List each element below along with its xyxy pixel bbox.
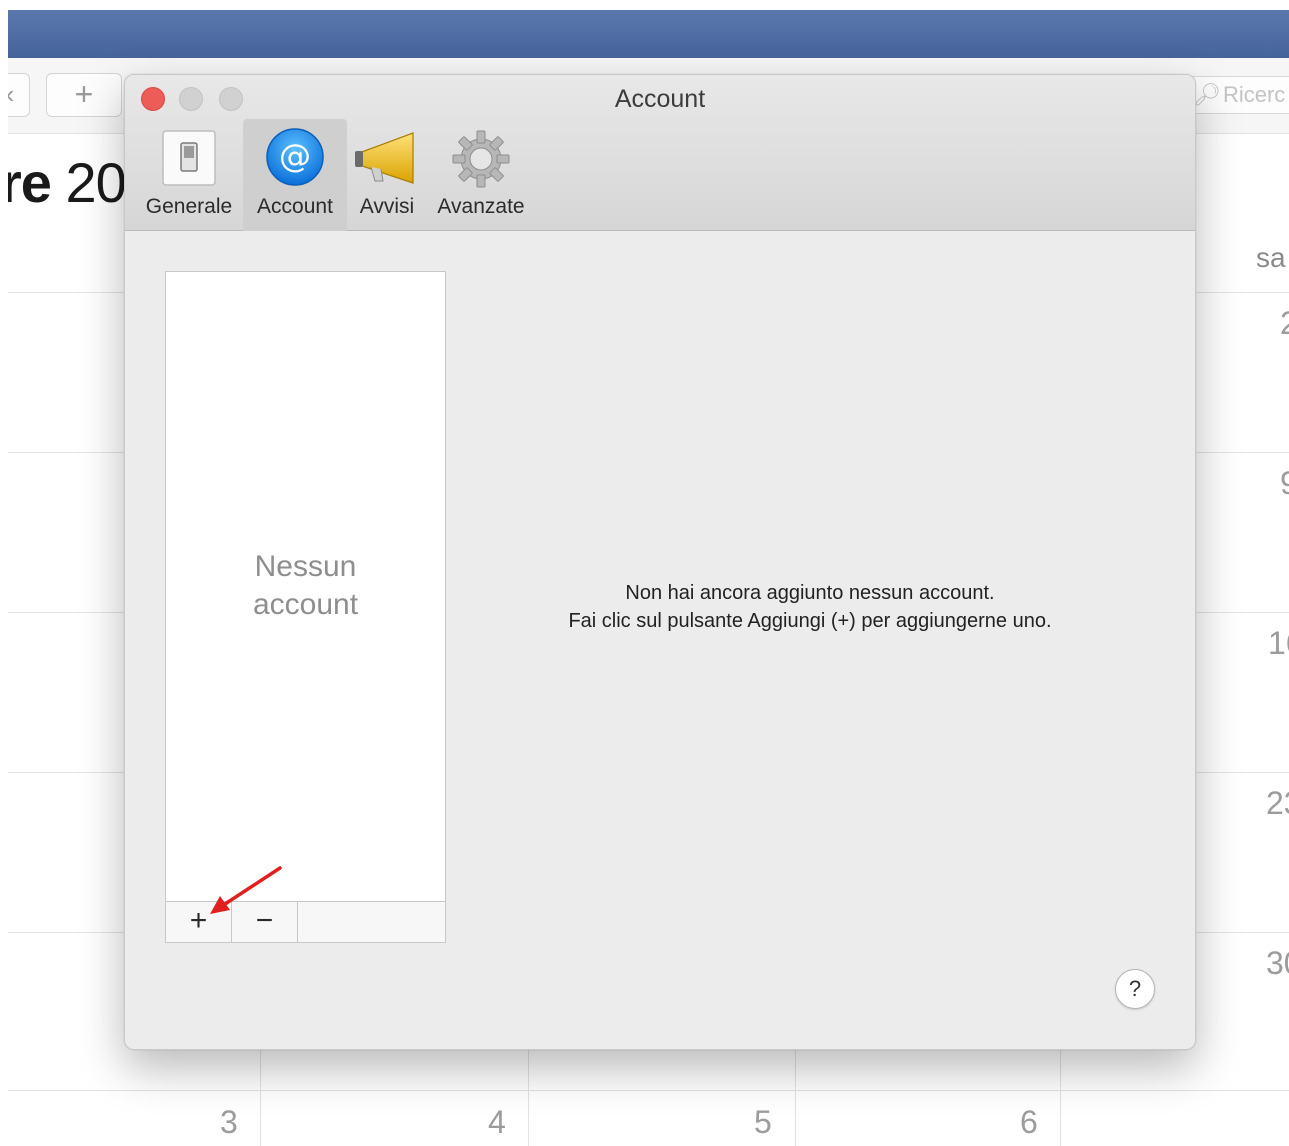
account-list-button-bar: + −	[165, 901, 446, 943]
calendar-day-number[interactable]: 16	[1268, 625, 1289, 662]
background-month-title: re 20	[0, 150, 127, 215]
calendar-column-divider	[795, 1040, 796, 1146]
background-search-field[interactable]: 🔍︎Ricerc	[1180, 76, 1289, 114]
add-account-button[interactable]: +	[166, 902, 232, 942]
tab-avanzate-label: Avanzate	[437, 195, 525, 218]
calendar-column-divider	[528, 1040, 529, 1146]
background-search-placeholder: Ricerc	[1222, 82, 1286, 107]
tab-generale[interactable]: Generale	[137, 119, 241, 231]
help-button[interactable]: ?	[1115, 969, 1155, 1009]
calendar-column-divider	[1060, 1040, 1061, 1146]
empty-list-line-1: Nessun	[254, 550, 357, 583]
window-toolbar: Account Generale @ Account Avvisi Avanza…	[125, 75, 1195, 231]
button-bar-spacer	[298, 902, 445, 942]
calendar-day-number[interactable]: 3	[220, 1104, 238, 1141]
calendar-day-number[interactable]: 9	[1280, 465, 1289, 502]
background-add-event-button[interactable]: +	[46, 73, 122, 117]
switch-icon	[162, 130, 216, 186]
calendar-day-number[interactable]: 5	[754, 1104, 772, 1141]
calendar-day-number[interactable]: 23	[1266, 785, 1289, 822]
at-sign-icon: @	[266, 128, 324, 186]
no-accounts-message-line-2: Fai clic sul pulsante Aggiungi (+) per a…	[568, 610, 1052, 632]
calendar-day-number[interactable]: 6	[1020, 1104, 1038, 1141]
no-accounts-message-line-1: Non hai ancora aggiunto nessun account.	[625, 582, 995, 604]
preferences-window: Account Generale @ Account Avvisi Avanza…	[124, 74, 1196, 1050]
calendar-row-divider	[8, 1090, 1289, 1091]
window-title: Account	[614, 85, 706, 113]
account-list[interactable]: Nessun account	[165, 271, 446, 943]
tab-avvisi-label: Avvisi	[359, 195, 415, 218]
calendar-day-number[interactable]: 2	[1280, 305, 1289, 342]
tab-account-label: Account	[257, 195, 333, 218]
tab-account[interactable]: @ Account	[243, 119, 347, 231]
calendar-day-number[interactable]: 4	[488, 1104, 506, 1141]
tab-avanzate[interactable]: Avanzate	[429, 119, 533, 231]
background-day-header: sa	[1256, 242, 1286, 273]
tab-avvisi[interactable]: Avvisi	[349, 119, 425, 231]
svg-text:@: @	[279, 137, 311, 175]
remove-account-button[interactable]: −	[232, 902, 298, 942]
background-title-bar	[8, 10, 1289, 58]
calendar-day-number[interactable]: 30	[1266, 945, 1289, 982]
no-accounts-message: Non hai ancora aggiunto nessun account. …	[485, 579, 1135, 635]
tab-generale-label: Generale	[145, 195, 233, 218]
background-month-title-regular: 20	[65, 151, 127, 214]
search-icon: 🔍︎	[1193, 82, 1221, 107]
gear-icon	[452, 130, 510, 188]
screen-edge	[0, 0, 8, 1146]
screen: ‹ + 🔍︎Ricerc re 20 sa 2 9 16 23 30 3 4 5…	[0, 0, 1289, 1146]
empty-list-line-2: account	[252, 588, 359, 621]
calendar-column-divider	[260, 1040, 261, 1146]
megaphone-icon	[355, 132, 414, 184]
empty-list-label: Nessun account	[166, 548, 445, 624]
